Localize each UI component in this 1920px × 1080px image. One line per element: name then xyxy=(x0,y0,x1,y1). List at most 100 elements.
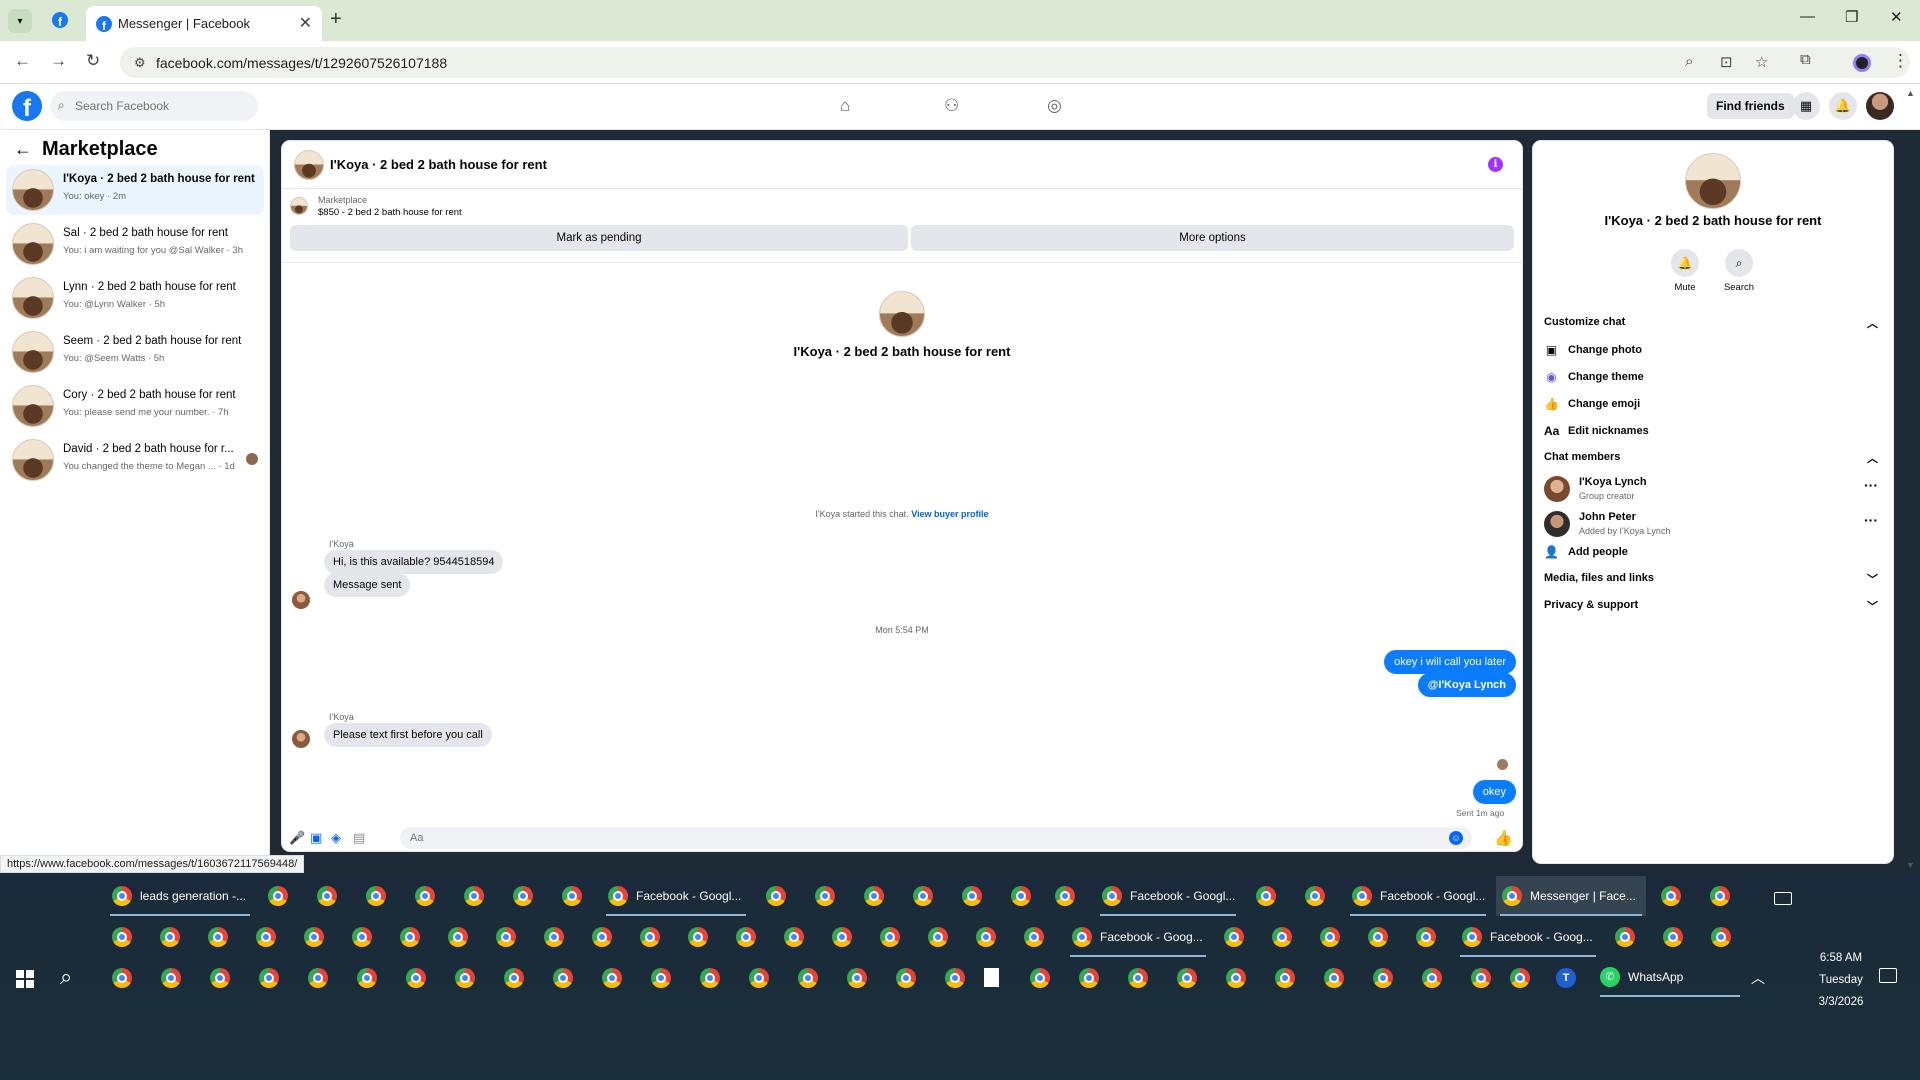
chrome-icon[interactable] xyxy=(1324,968,1344,988)
chrome-icon[interactable] xyxy=(784,927,804,947)
conversation-item[interactable]: Sal · 2 bed 2 bath house for rent You: i… xyxy=(6,219,264,269)
chrome-icon[interactable] xyxy=(544,927,564,947)
chrome-icon[interactable] xyxy=(640,927,660,947)
chrome-icon[interactable] xyxy=(352,927,372,947)
chrome-icon[interactable] xyxy=(357,968,377,988)
more-options-button[interactable]: More options xyxy=(911,225,1514,251)
chrome-icon[interactable] xyxy=(976,927,996,947)
view-buyer-profile-link[interactable]: View buyer profile xyxy=(911,509,988,519)
chrome-icon[interactable] xyxy=(448,927,468,947)
chrome-icon[interactable] xyxy=(496,927,516,947)
chrome-icon[interactable] xyxy=(815,886,835,906)
chrome-icon[interactable] xyxy=(700,968,720,988)
chrome-icon[interactable] xyxy=(1471,968,1491,988)
privacy-support-section[interactable]: Privacy & support ﹀ xyxy=(1544,599,1878,613)
facebook-logo-icon[interactable]: f xyxy=(12,91,42,121)
chrome-icon[interactable] xyxy=(832,927,852,947)
taskbar-app[interactable]: Facebook - Googl... xyxy=(1346,876,1490,916)
taskbar-app[interactable]: Facebook - Goog... xyxy=(1456,917,1600,957)
close-window-button[interactable]: ✕ xyxy=(1890,8,1903,26)
task-view-icon[interactable] xyxy=(1774,892,1792,905)
chrome-icon[interactable] xyxy=(1055,886,1075,906)
chrome-icon[interactable] xyxy=(1030,968,1050,988)
member-avatar[interactable] xyxy=(1544,476,1570,502)
chrome-icon[interactable] xyxy=(317,886,337,906)
browser-menu-icon[interactable]: ⋮ xyxy=(1892,51,1909,71)
add-people-item[interactable]: 👤 Add people xyxy=(1544,545,1628,559)
notifications-bell-icon[interactable]: 🔔 xyxy=(1829,92,1857,120)
chrome-icon[interactable] xyxy=(736,927,756,947)
photo-icon[interactable]: ▣ xyxy=(310,830,322,846)
message-bubble[interactable]: Hi, is this available? 9544518594 xyxy=(324,550,504,574)
chrome-icon[interactable] xyxy=(161,968,181,988)
chrome-icon[interactable] xyxy=(268,886,288,906)
chrome-icon[interactable] xyxy=(749,968,769,988)
message-bubble[interactable]: Please text first before you call xyxy=(324,723,492,747)
find-friends-button[interactable]: Find friends xyxy=(1707,93,1794,119)
message-bubble[interactable]: Message sent xyxy=(324,573,411,597)
chrome-icon[interactable] xyxy=(1024,927,1044,947)
new-tab-button[interactable]: + xyxy=(330,8,342,31)
change-emoji-item[interactable]: 👍 Change emoji xyxy=(1544,397,1640,411)
chrome-icon[interactable] xyxy=(1711,927,1731,947)
chrome-icon[interactable] xyxy=(766,886,786,906)
sender-avatar[interactable] xyxy=(292,730,310,748)
search-conversation-button[interactable]: ⌕ Search xyxy=(1717,249,1761,293)
chrome-icon[interactable] xyxy=(928,927,948,947)
chrome-icon[interactable] xyxy=(1305,886,1325,906)
chrome-icon[interactable] xyxy=(308,968,328,988)
conversation-item[interactable]: Cory · 2 bed 2 bath house for rent You: … xyxy=(6,381,264,431)
chrome-icon[interactable] xyxy=(304,927,324,947)
taskbar-app-whatsapp[interactable]: ✆ WhatsApp xyxy=(1600,957,1740,997)
restore-button[interactable]: ❐ xyxy=(1845,8,1858,26)
chrome-icon[interactable] xyxy=(1224,927,1244,947)
chrome-icon[interactable] xyxy=(406,968,426,988)
chrome-icon[interactable] xyxy=(798,968,818,988)
chrome-icon[interactable] xyxy=(112,927,132,947)
chrome-icon[interactable] xyxy=(962,886,982,906)
chrome-icon[interactable] xyxy=(1615,927,1635,947)
chrome-icon[interactable] xyxy=(1368,927,1388,947)
chrome-icon[interactable] xyxy=(1663,927,1683,947)
system-clock[interactable]: 6:58 AM Tuesday 3/3/2026 xyxy=(1806,947,1876,1013)
install-app-icon[interactable]: ⊡ xyxy=(1720,53,1733,71)
file-icon[interactable] xyxy=(984,968,999,987)
listing-price[interactable]: $850 - 2 bed 2 bath house for rent xyxy=(318,207,462,218)
browser-profile-icon[interactable] xyxy=(1853,54,1871,72)
chrome-icon[interactable] xyxy=(1422,968,1442,988)
chrome-icon[interactable] xyxy=(1128,968,1148,988)
facebook-search-input[interactable] xyxy=(50,91,258,121)
chrome-icon[interactable] xyxy=(864,886,884,906)
chrome-icon[interactable] xyxy=(1256,886,1276,906)
chrome-icon[interactable] xyxy=(1710,886,1730,906)
close-tab-icon[interactable]: ✕ xyxy=(299,13,312,33)
chrome-icon[interactable] xyxy=(366,886,386,906)
chrome-icon[interactable] xyxy=(562,886,582,906)
zoom-icon[interactable]: ⌕ xyxy=(1685,53,1693,70)
windows-start-icon[interactable] xyxy=(16,970,34,988)
member-options-icon[interactable]: ··· xyxy=(1864,477,1878,493)
info-icon[interactable]: i xyxy=(1488,157,1503,172)
chrome-icon[interactable] xyxy=(1275,968,1295,988)
conversation-item[interactable]: David · 2 bed 2 bath house for r... You … xyxy=(6,435,264,485)
account-avatar[interactable] xyxy=(1866,92,1894,120)
tab-messenger[interactable]: f Messenger | Facebook ✕ xyxy=(86,6,322,41)
pinned-tab-facebook[interactable]: f xyxy=(52,12,68,28)
extensions-icon[interactable]: ⧉ xyxy=(1800,51,1811,68)
chrome-icon[interactable] xyxy=(553,968,573,988)
chrome-icon[interactable] xyxy=(602,968,622,988)
member-name[interactable]: John Peter xyxy=(1579,511,1636,523)
sender-avatar[interactable] xyxy=(292,591,310,609)
chrome-icon[interactable] xyxy=(1272,927,1292,947)
chrome-icon[interactable] xyxy=(210,968,230,988)
chat-members-section[interactable]: Chat members ︿ xyxy=(1544,451,1878,465)
chrome-icon[interactable] xyxy=(847,968,867,988)
message-bubble-out[interactable]: okey i will call you later xyxy=(1384,650,1516,674)
chrome-icon[interactable] xyxy=(1226,968,1246,988)
scrollbar-up-arrow[interactable]: ▲ xyxy=(1906,88,1915,98)
edit-nicknames-item[interactable]: Aa Edit nicknames xyxy=(1544,424,1649,438)
taskbar-app-active[interactable]: Messenger | Face... xyxy=(1496,876,1646,916)
chrome-icon[interactable] xyxy=(1079,968,1099,988)
chat-thumbnail[interactable] xyxy=(294,150,324,180)
microphone-icon[interactable]: 🎤 xyxy=(289,830,305,846)
